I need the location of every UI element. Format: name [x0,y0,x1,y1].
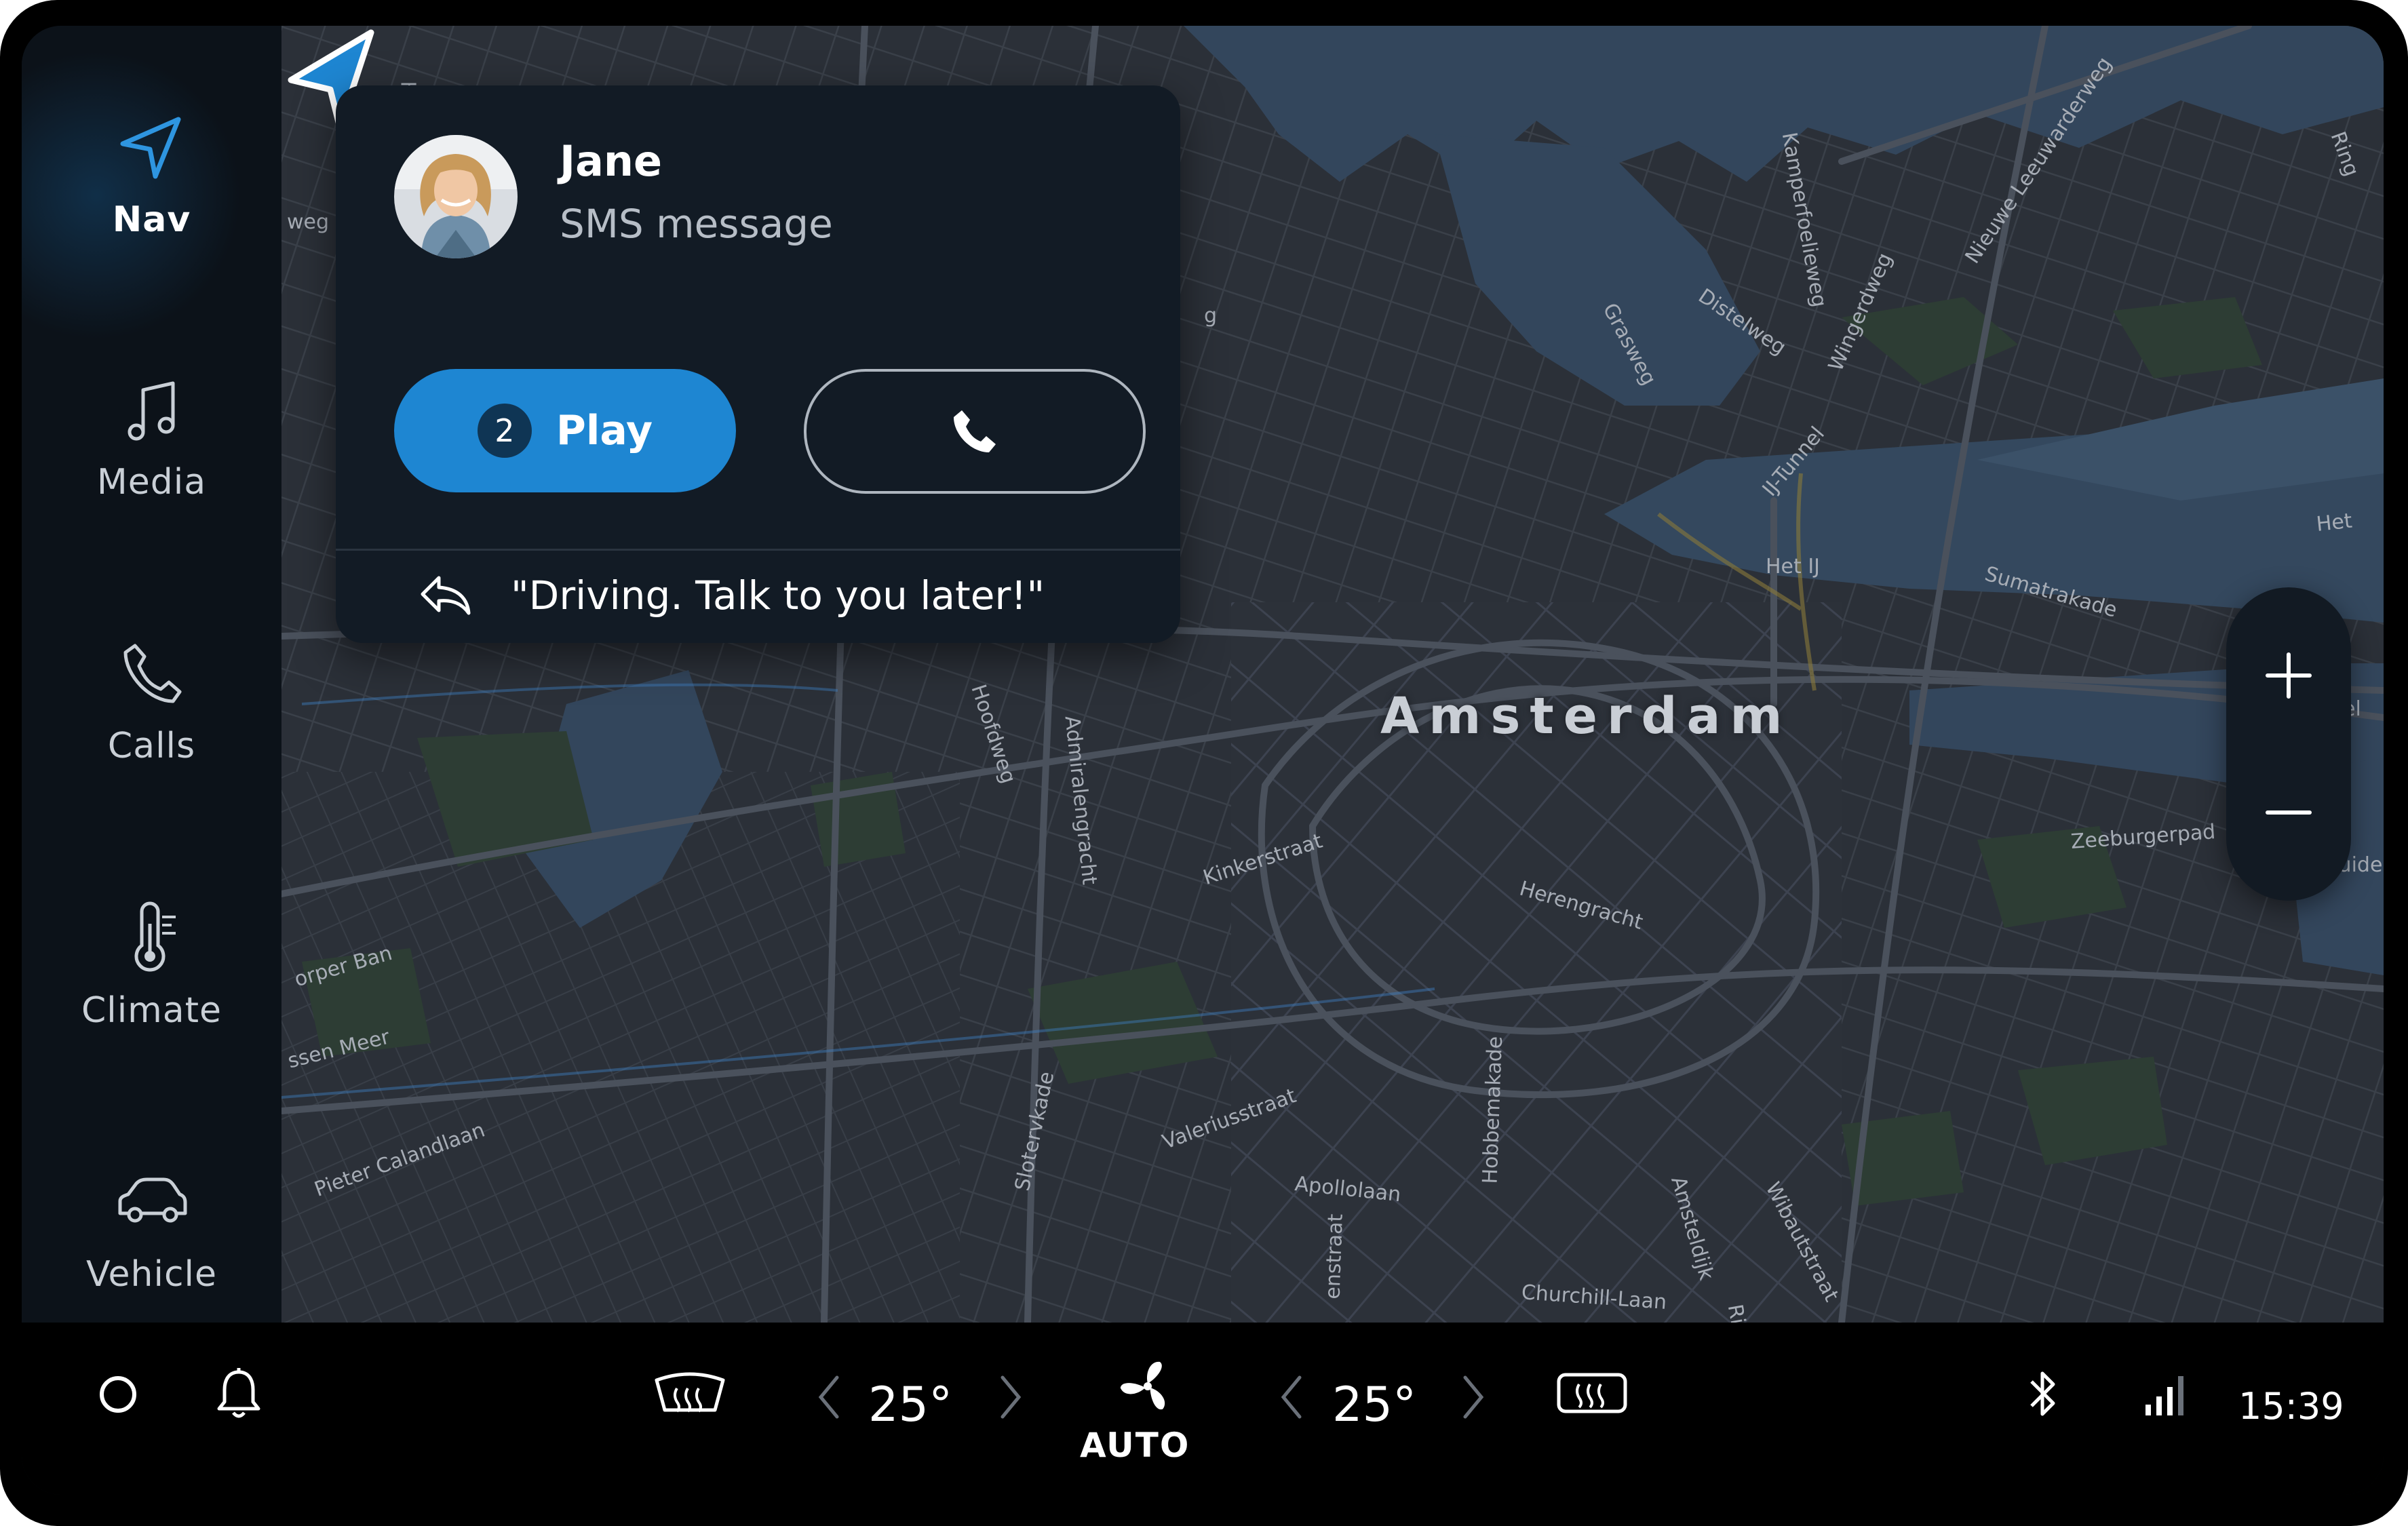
street-label: Het [2315,509,2354,536]
fan-icon [1120,1361,1165,1410]
fan-button[interactable] [1107,1352,1188,1420]
quick-reply-button[interactable]: "Driving. Talk to you later!" [336,551,1180,643]
call-back-button[interactable] [804,369,1146,494]
sidebar-item-label: Calls [107,726,196,766]
street-label: weg [287,210,330,234]
sidebar-item-climate[interactable]: Climate [22,864,281,1068]
right-temperature: 25° [1332,1377,1417,1432]
bell-icon [217,1368,260,1418]
sidebar-item-label: Nav [112,199,191,240]
device-frame: Kamperfoelieweg Nieuwe Leeuwarderweg Dis… [0,0,2408,1526]
home-circle-icon [100,1376,136,1413]
sidebar: Nav Media Calls Climate Vehicle [22,26,281,1323]
signal-icon [2145,1376,2183,1415]
sidebar-item-label: Media [96,462,207,503]
sidebar-item-nav[interactable]: Nav [22,73,281,277]
avatar [394,135,518,258]
zoom-out-button[interactable] [2226,745,2351,880]
left-temp-decrease-button[interactable] [802,1363,856,1431]
thermometer-icon [134,901,176,972]
signal-status [2138,1356,2199,1431]
zoom-in-button[interactable] [2226,608,2351,743]
plus-icon [2266,652,2312,699]
sidebar-item-vehicle[interactable]: Vehicle [22,1128,281,1331]
chevron-left-icon [1281,1375,1302,1419]
message-notification-card: Jane SMS message 2 Play "Driving. Talk t… [336,85,1180,643]
sidebar-item-media[interactable]: Media [22,336,281,539]
rear-defrost-button[interactable] [1548,1359,1636,1427]
chevron-right-icon [1463,1375,1484,1419]
left-temp-increase-button[interactable] [984,1363,1038,1431]
reply-icon [421,576,471,615]
car-icon [118,1177,187,1223]
phone-icon [123,644,181,703]
minus-icon [2266,810,2312,815]
sidebar-item-calls[interactable]: Calls [22,600,281,803]
clock: 15:39 [2238,1385,2344,1428]
left-temperature: 25° [868,1377,953,1432]
bluetooth-status [2016,1356,2070,1431]
play-label: Play [556,407,653,454]
music-note-icon [128,381,174,441]
message-type: SMS message [560,201,833,247]
front-defrost-icon [655,1372,725,1413]
rear-defrost-icon [1557,1373,1627,1413]
zoom-controls [2226,587,2351,901]
contact-name: Jane [560,136,663,186]
contact-photo [394,135,518,258]
bottom-bar: 25° AUTO 25° 15:39 [22,1323,2384,1495]
chevron-left-icon [818,1375,839,1419]
right-temp-decrease-button[interactable] [1264,1363,1319,1431]
street-label: g [1204,304,1218,328]
home-button[interactable] [84,1361,152,1428]
city-label: Amsterdam [1380,687,1792,745]
front-defrost-button[interactable] [646,1359,734,1427]
quick-reply-text: "Driving. Talk to you later!" [511,572,1045,619]
street-label: enstraat [1321,1213,1348,1300]
chevron-right-icon [1001,1375,1022,1419]
right-temp-increase-button[interactable] [1446,1363,1500,1431]
fan-mode-label: AUTO [1080,1426,1190,1465]
play-message-button[interactable]: 2 Play [394,369,736,492]
notifications-button[interactable] [205,1356,273,1431]
sidebar-item-label: Climate [81,990,222,1031]
message-count-badge: 2 [477,404,532,458]
sidebar-item-label: Vehicle [86,1254,217,1295]
phone-icon [954,410,996,452]
bluetooth-icon [2030,1371,2055,1416]
screen: Kamperfoelieweg Nieuwe Leeuwarderweg Dis… [22,26,2384,1495]
street-label: Het IJ [1766,555,1821,579]
navigation-arrow-icon [120,117,180,179]
